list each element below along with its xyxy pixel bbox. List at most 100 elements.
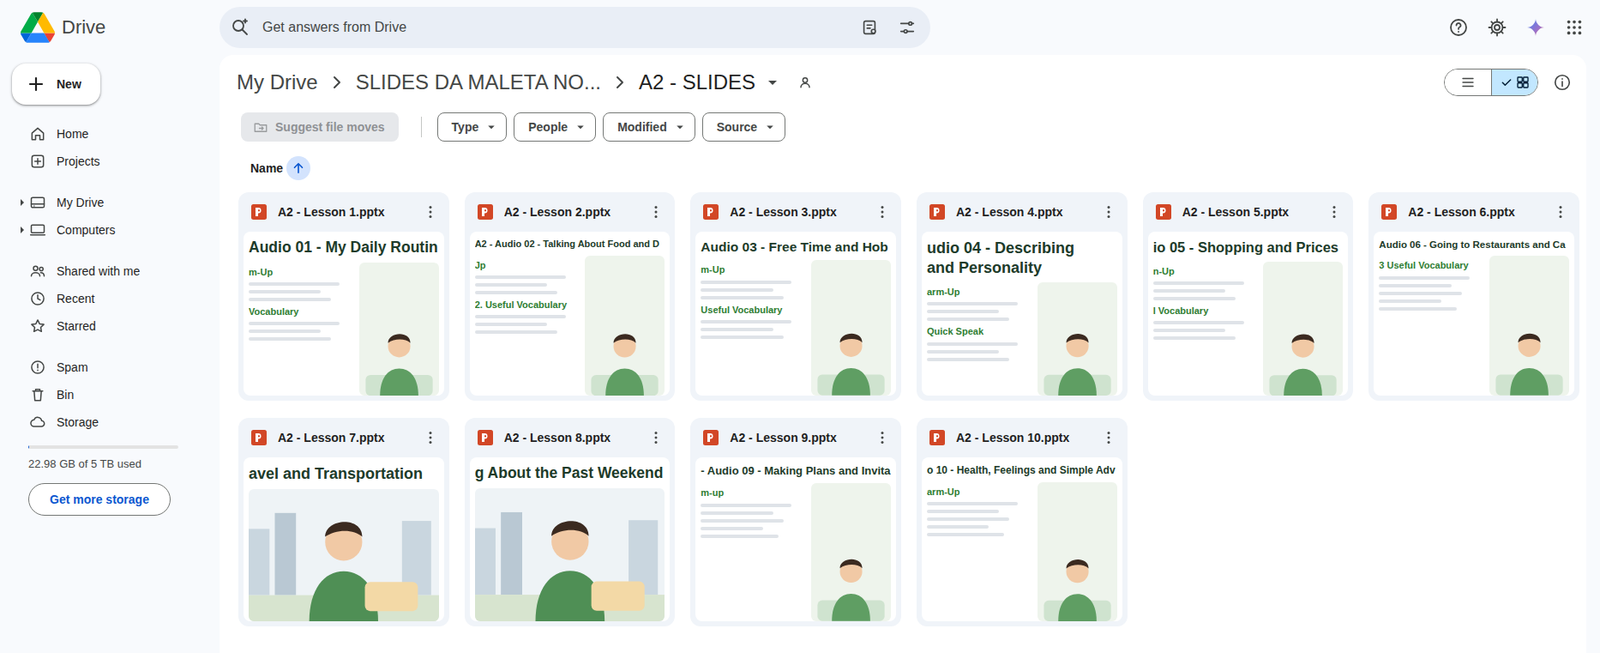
file-thumbnail: avel and Transportation — [243, 457, 445, 621]
sidebar-item[interactable]: Storage — [12, 408, 206, 436]
slide-heading: n-Up — [1153, 264, 1258, 277]
new-button[interactable]: New — [12, 63, 101, 105]
slide-heading: m-Up — [700, 263, 805, 276]
file-card[interactable]: A2 - Lesson 8.pptx g About the Past Weeke… — [464, 417, 676, 626]
file-thumbnail: g About the Past Weekend — [469, 457, 671, 621]
breadcrumb-bar: My Drive SLIDES DA MALETA NO... A2 - SLIDE… — [236, 61, 1580, 103]
search-sparkle-icon — [229, 17, 251, 38]
filter-chip[interactable]: Type — [437, 112, 508, 142]
file-thumbnail: o 10 - Health, Feelings and Simple Advar… — [921, 457, 1123, 621]
text-lines — [475, 314, 579, 334]
more-actions-button[interactable] — [642, 423, 670, 452]
text-line — [700, 280, 792, 284]
file-name: A2 - Lesson 7.pptx — [277, 428, 407, 447]
slide-illustration — [1489, 255, 1570, 396]
text-line — [248, 336, 331, 341]
text-lines — [248, 321, 353, 341]
more-actions-button[interactable] — [868, 423, 897, 452]
file-name: A2 - Lesson 10.pptx — [956, 428, 1085, 447]
gear-icon — [1486, 17, 1508, 38]
slide-heading: 2. Useful Vocabulary — [475, 298, 579, 311]
sidebar-item[interactable]: Home — [12, 120, 206, 148]
slide-illustration — [248, 488, 440, 622]
get-storage-button[interactable]: Get more storage — [28, 482, 171, 516]
slide-heading: Quick Speak — [926, 324, 1031, 337]
sidebar-item[interactable]: Recent — [12, 284, 206, 313]
filter-chip[interactable]: People — [513, 112, 596, 142]
file-card[interactable]: A2 - Lesson 9.pptx- Audio 09 - Making Pl… — [690, 417, 902, 626]
slide-title: o 10 - Health, Feelings and Simple Adv — [926, 463, 1118, 477]
sidebar-item[interactable]: Bin — [12, 380, 206, 409]
drive-body: NewHomeProjectsMy DriveComputersShared w… — [0, 54, 1600, 653]
sidebar-item[interactable]: Spam — [12, 353, 206, 381]
slide-illustration — [811, 482, 891, 621]
file-name: A2 - Lesson 8.pptx — [504, 428, 633, 447]
text-lines — [700, 280, 805, 300]
more-actions-button[interactable] — [642, 198, 670, 226]
search-filter-button[interactable] — [890, 10, 925, 45]
file-card[interactable]: A2 - Lesson 10.pptx o 10 - Health, Feelin… — [916, 417, 1128, 626]
more-actions-button[interactable] — [416, 423, 445, 452]
file-card[interactable]: A2 - Lesson 4.pptxudio 04 - Describingan… — [916, 192, 1128, 401]
gemini-button[interactable] — [1518, 10, 1553, 45]
more-actions-button[interactable] — [1320, 198, 1348, 226]
sidebar-group: Home Projects — [12, 120, 206, 175]
text-line — [926, 342, 1018, 346]
file-card[interactable]: A2 - Lesson 6.pptxAudio 06 - Going to Re… — [1368, 192, 1580, 401]
slide-text: arm-UpQuick Speak — [926, 282, 1031, 396]
file-card[interactable]: A2 - Lesson 7.pptx avel and Transportatio… — [238, 417, 450, 626]
sort-header[interactable]: Name — [236, 154, 1580, 182]
text-line — [475, 322, 548, 326]
dropdown-caret-icon — [762, 72, 783, 93]
text-lines — [700, 503, 805, 538]
sidebar-item[interactable]: Computers — [12, 216, 206, 244]
file-card[interactable]: A2 - Lesson 2.pptxA2 - Audio 02 - Talkin… — [464, 192, 676, 401]
text-line — [700, 295, 783, 300]
filter-chip[interactable]: Source — [702, 112, 786, 142]
info-icon — [1552, 72, 1572, 92]
slide-body: arm-UpQuick Speak — [926, 282, 1118, 396]
apps-button[interactable] — [1557, 10, 1592, 45]
more-actions-button[interactable] — [1094, 198, 1123, 226]
file-card[interactable]: A2 - Lesson 3.pptxAudio 03 - Free Time a… — [690, 192, 902, 401]
file-name: A2 - Lesson 9.pptx — [729, 428, 859, 447]
expand-caret[interactable] — [15, 195, 30, 210]
sidebar-item[interactable]: Starred — [12, 312, 206, 340]
file-header: A2 - Lesson 5.pptx — [1148, 192, 1349, 232]
dropdown-caret-icon — [672, 119, 688, 135]
list-view-button[interactable] — [1444, 69, 1492, 96]
details-button[interactable] — [1545, 65, 1580, 100]
settings-button[interactable] — [1479, 10, 1515, 45]
more-actions-button[interactable] — [1094, 423, 1123, 452]
expand-caret[interactable] — [15, 222, 30, 237]
text-line — [926, 309, 999, 313]
breadcrumb-item[interactable]: SLIDES DA MALETA NO... — [355, 70, 602, 96]
pptx-file-icon — [1380, 203, 1398, 221]
search-box[interactable] — [219, 6, 931, 49]
file-thumbnail: io 05 - Shopping and Pricesn-Upl Vocabul… — [1148, 231, 1349, 396]
search-options-button[interactable] — [852, 10, 887, 45]
sidebar-label: Home — [56, 125, 89, 144]
more-actions-button[interactable] — [1546, 198, 1575, 226]
shared-icon — [29, 262, 47, 280]
text-line — [1153, 328, 1226, 332]
more-actions-button[interactable] — [416, 198, 445, 226]
file-card[interactable]: A2 - Lesson 5.pptxio 05 - Shopping and P… — [1142, 192, 1354, 401]
file-card[interactable]: A2 - Lesson 1.pptxAudio 01 - My Daily Ro… — [238, 192, 450, 401]
sidebar-item[interactable]: My Drive — [12, 188, 206, 217]
sort-direction[interactable] — [286, 156, 311, 181]
slide-text: m-up — [700, 482, 805, 621]
breadcrumb-item[interactable]: A2 - SLIDES — [638, 70, 814, 96]
more-actions-button[interactable] — [868, 198, 897, 226]
top-bar: Drive — [0, 0, 1600, 55]
sidebar-item[interactable]: Shared with me — [12, 257, 206, 285]
filter-chip[interactable]: Modified — [602, 112, 696, 142]
drive-brand[interactable]: Drive — [0, 12, 220, 43]
sidebar-item[interactable]: Projects — [12, 147, 206, 175]
grid-view-button[interactable] — [1491, 69, 1538, 96]
text-line — [700, 518, 783, 523]
sidebar-label: Spam — [56, 358, 89, 377]
help-button[interactable] — [1441, 10, 1476, 45]
search-input[interactable] — [260, 16, 843, 39]
breadcrumb-item[interactable]: My Drive — [236, 70, 319, 96]
